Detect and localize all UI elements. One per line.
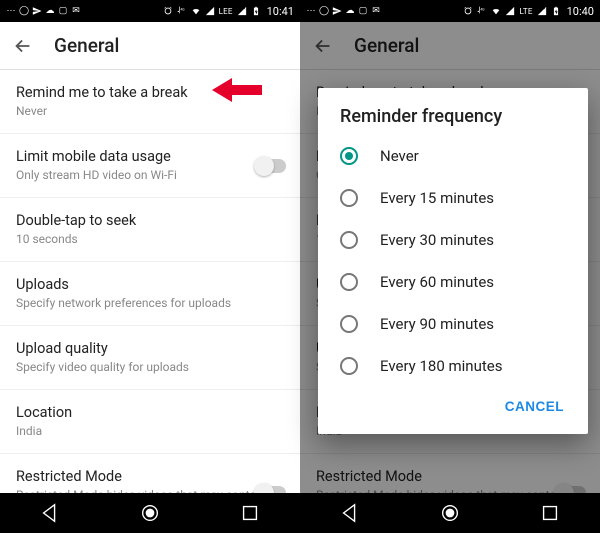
radio-icon (340, 273, 358, 291)
setting-sub: India (16, 424, 284, 439)
back-arrow-icon[interactable] (12, 35, 34, 57)
setting-title: Location (16, 404, 284, 421)
setting-sub: Specify video quality for uploads (16, 360, 284, 375)
status-time: 10:41 (267, 5, 294, 18)
call-4g-icon: 4G (477, 6, 487, 16)
nav-bar (0, 493, 300, 533)
app-header: General (0, 22, 300, 70)
wifi-icon (491, 6, 501, 16)
setting-sub: Never (16, 104, 284, 119)
radio-icon (340, 147, 358, 165)
radio-label: Never (380, 147, 419, 165)
circle-icon: ◯ (19, 6, 29, 16)
alarm-icon (163, 6, 173, 16)
svg-text:4G: 4G (481, 8, 486, 12)
mail-icon: ✉ (71, 6, 81, 16)
svg-text:R: R (542, 6, 545, 11)
phone-left: ⋯ ◯ ☁ ▢ ✉ 4G LEE R 10:41 General R (0, 0, 300, 533)
setting-limit-mobile-data[interactable]: Limit mobile data usage Only stream HD v… (0, 134, 300, 198)
setting-sub: 10 seconds (16, 232, 284, 247)
setting-upload-quality[interactable]: Upload quality Specify video quality for… (0, 326, 300, 390)
carrier-text: LTE (519, 7, 532, 16)
svg-text:R: R (242, 6, 245, 11)
nav-recent-icon[interactable] (239, 502, 261, 524)
status-bar: ⋯ ◯ ☁ ▢ ✉ 4G LEE R 10:41 (0, 0, 300, 22)
radio-option-15[interactable]: Every 15 minutes (318, 177, 588, 219)
cloud-icon: ☁ (45, 6, 55, 16)
nav-bar (300, 493, 600, 533)
radio-icon (340, 357, 358, 375)
signal-r-icon: R (537, 6, 547, 16)
call-4g-icon: 4G (177, 6, 187, 16)
setting-sub: Only stream HD video on Wi-Fi (16, 168, 284, 183)
nav-recent-icon[interactable] (539, 502, 561, 524)
radio-label: Every 180 minutes (380, 357, 502, 375)
setting-title: Uploads (16, 276, 284, 293)
send-icon (32, 6, 42, 16)
carrier-text: LEE (219, 7, 233, 16)
phone-right: ⋯ ◯ ☁ ▢ ✉ 4G LTE R 10:40 General R (300, 0, 600, 533)
setting-sub: Restricted Mode hides videos that may co… (16, 488, 284, 493)
setting-title: Remind me to take a break (16, 84, 284, 101)
toggle-switch[interactable] (256, 486, 286, 493)
radio-option-90[interactable]: Every 90 minutes (318, 303, 588, 345)
radio-label: Every 90 minutes (380, 315, 494, 333)
toggle-switch[interactable] (256, 159, 286, 173)
radio-label: Every 15 minutes (380, 189, 494, 207)
radio-option-60[interactable]: Every 60 minutes (318, 261, 588, 303)
status-bar: ⋯ ◯ ☁ ▢ ✉ 4G LTE R 10:40 (300, 0, 600, 22)
send-icon (332, 6, 342, 16)
setting-location[interactable]: Location India (0, 390, 300, 454)
svg-text:4G: 4G (180, 8, 185, 12)
radio-label: Every 60 minutes (380, 273, 494, 291)
nav-back-icon[interactable] (39, 502, 61, 524)
setting-title: Double-tap to seek (16, 212, 284, 229)
wifi-icon (191, 6, 201, 16)
signal-icon (205, 6, 215, 16)
setting-double-tap-seek[interactable]: Double-tap to seek 10 seconds (0, 198, 300, 262)
radio-option-never[interactable]: Never (318, 135, 588, 177)
setting-remind-break[interactable]: Remind me to take a break Never (0, 70, 300, 134)
signal-icon (505, 6, 515, 16)
radio-icon (340, 189, 358, 207)
alarm-icon (463, 6, 473, 16)
app-icon: ▢ (358, 6, 368, 16)
signal-r-icon: R (237, 6, 247, 16)
status-time: 10:40 (567, 5, 594, 18)
nav-home-icon[interactable] (439, 502, 461, 524)
page-title: General (54, 34, 119, 57)
nav-back-icon[interactable] (339, 502, 361, 524)
mail-icon: ✉ (371, 6, 381, 16)
radio-label: Every 30 minutes (380, 231, 494, 249)
setting-uploads[interactable]: Uploads Specify network preferences for … (0, 262, 300, 326)
circle-icon: ◯ (319, 6, 329, 16)
reminder-frequency-dialog: Reminder frequency Never Every 15 minute… (318, 88, 588, 434)
battery-charging-icon (551, 6, 561, 16)
nav-home-icon[interactable] (139, 502, 161, 524)
setting-title: Restricted Mode (16, 468, 284, 485)
radio-icon (340, 231, 358, 249)
cancel-button[interactable]: CANCEL (495, 391, 574, 422)
more-icon: ⋯ (306, 6, 316, 16)
more-icon: ⋯ (6, 6, 16, 16)
app-icon: ▢ (58, 6, 68, 16)
setting-title: Upload quality (16, 340, 284, 357)
radio-option-180[interactable]: Every 180 minutes (318, 345, 588, 387)
settings-list: Remind me to take a break Never Limit mo… (0, 70, 300, 493)
dialog-title: Reminder frequency (318, 106, 588, 135)
battery-charging-icon (251, 6, 261, 16)
cloud-icon: ☁ (345, 6, 355, 16)
setting-restricted-mode[interactable]: Restricted Mode Restricted Mode hides vi… (0, 454, 300, 493)
radio-icon (340, 315, 358, 333)
setting-sub: Specify network preferences for uploads (16, 296, 284, 311)
setting-title: Limit mobile data usage (16, 148, 284, 165)
radio-option-30[interactable]: Every 30 minutes (318, 219, 588, 261)
